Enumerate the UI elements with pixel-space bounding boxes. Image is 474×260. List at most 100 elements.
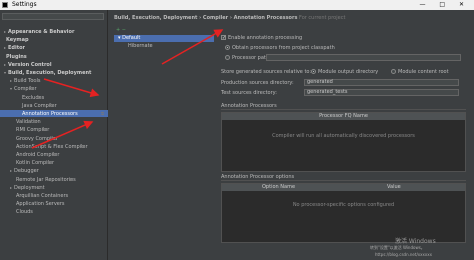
module-content-row[interactable]: Module content root	[391, 68, 449, 76]
sidebar-item-kotlin-compiler[interactable]: Kotlin Compiler ⧉	[14, 159, 54, 166]
processor-path-radio[interactable]	[225, 55, 230, 60]
project-scope-icon: ⧉	[29, 86, 33, 92]
intellij-logo-icon	[2, 2, 8, 8]
processor-options-table[interactable]: Option Name Value No processor-specific …	[221, 183, 466, 243]
sidebar-item-remote-jar-repositories[interactable]: Remote Jar Repositories ⧉	[14, 176, 76, 183]
processors-table[interactable]: Processor FQ Name Compiler will run all …	[221, 112, 466, 172]
sidebar-item-label: ActionScript & Flex Compiler	[16, 143, 88, 150]
tree-arrow-icon[interactable]: ▸	[4, 62, 6, 67]
obtain-classpath-radio[interactable]	[225, 45, 230, 50]
project-scope-icon: ⧉	[52, 152, 56, 157]
project-scope-icon: ⧉	[47, 160, 51, 166]
option-value-column[interactable]: Value	[387, 184, 401, 191]
tree-arrow-icon[interactable]: ▸	[10, 168, 12, 173]
sidebar-item-version-control[interactable]: ▸ Version Control	[4, 61, 52, 68]
test-sources-field[interactable]: generated_tests	[304, 89, 459, 96]
module-output-radio[interactable]	[311, 69, 316, 74]
processor-path-label: Processor path:	[232, 55, 271, 61]
obtain-classpath-label: Obtain processors from project classpath	[232, 45, 335, 51]
project-scope-icon: ⧉	[49, 102, 53, 108]
sidebar-item-annotation-processors[interactable]: Annotation Processors ⧉	[0, 110, 108, 117]
divider	[221, 109, 466, 110]
enable-processing-checkbox[interactable]: ✓	[221, 35, 226, 41]
sidebar-item-debugger[interactable]: ▸ Debugger	[10, 167, 39, 174]
tree-arrow-icon[interactable]: ▾	[4, 70, 6, 75]
sidebar-item-plugins[interactable]: Plugins	[4, 53, 27, 60]
profile-add-remove-buttons[interactable]: + −	[116, 27, 126, 33]
option-name-column[interactable]: Option Name	[262, 184, 295, 191]
tree-arrow-icon[interactable]: ▸	[4, 29, 6, 34]
module-content-label: Module content root	[398, 69, 449, 75]
tree-arrow-icon[interactable]: ▾	[10, 86, 12, 91]
main-panel: Build, Execution, Deployment › Compiler …	[108, 10, 474, 260]
window-title: Settings	[12, 1, 37, 8]
production-sources-field[interactable]: generated	[304, 79, 459, 86]
enable-processing-row[interactable]: ✓ Enable annotation processing	[221, 34, 302, 42]
module-output-label: Module output directory	[318, 69, 379, 75]
window-controls[interactable]: — □ ✕	[419, 1, 470, 8]
sidebar-item-arquillian-containers[interactable]: Arquillian Containers	[14, 192, 68, 199]
project-scope-icon: ⧉	[42, 127, 46, 133]
processors-table-header[interactable]: Processor FQ Name	[222, 113, 465, 120]
sidebar-item-label: Application Servers	[16, 201, 65, 208]
tree-arrow-icon[interactable]: ▸	[10, 185, 12, 190]
profiles-toolbar[interactable]: + −	[114, 26, 214, 34]
module-content-radio[interactable]	[391, 69, 396, 74]
profile-hibernate[interactable]: Hibernate	[128, 43, 153, 50]
settings-sidebar: ▸ Appearance & Behavior Keymap ▸ Editor Plugi…	[0, 10, 108, 260]
sidebar-item-build-tools[interactable]: ▸ Build Tools ⧉	[10, 77, 40, 84]
project-scope-icon: ⧉	[68, 176, 72, 182]
profiles-panel: + − ▾ Default Hibernate	[114, 26, 214, 236]
sidebar-item-validation[interactable]: Validation ⧉	[14, 118, 41, 125]
sidebar-item-label: Validation	[16, 119, 41, 126]
processor-path-row[interactable]: Processor path:	[225, 54, 271, 62]
sidebar-item-build-execution-deployment[interactable]: ▾ Build, Execution, Deployment	[4, 69, 91, 76]
breadcrumb-path: Build, Execution, Deployment › Compiler …	[114, 15, 298, 21]
module-output-row[interactable]: Module output directory	[311, 68, 378, 76]
title-bar: Settings — □ ✕	[0, 0, 474, 10]
sidebar-item-label: Compiler	[14, 86, 37, 93]
processor-path-field[interactable]	[266, 54, 461, 61]
breadcrumb: Build, Execution, Deployment › Compiler …	[114, 15, 345, 21]
blog-watermark: https://blog.csdn.net/xxxxxx	[375, 252, 432, 257]
profile-default[interactable]: ▾ Default	[114, 35, 214, 42]
settings-search-input[interactable]	[2, 13, 104, 20]
project-scope-icon: ⧉	[80, 143, 84, 149]
project-scope-icon: ⧉	[101, 111, 104, 116]
options-empty-text: No processor-specific options configured	[292, 202, 395, 208]
processors-empty-text: Compiler will run all automatically disc…	[272, 133, 415, 139]
sidebar-item-keymap[interactable]: Keymap	[4, 36, 29, 43]
sidebar-item-excludes[interactable]: Excludes ⧉	[20, 94, 44, 101]
sidebar-item-actionscript-flex-compiler[interactable]: ActionScript & Flex Compiler ⧉	[14, 143, 88, 150]
sidebar-item-compiler[interactable]: ▾ Compiler ⧉	[10, 85, 37, 92]
breadcrumb-scope: For current project	[299, 15, 346, 21]
sidebar-item-java-compiler[interactable]: Java Compiler ⧉	[20, 102, 57, 109]
sidebar-item-application-servers[interactable]: Application Servers	[14, 200, 65, 207]
tree-arrow-icon[interactable]: ▸	[4, 45, 6, 50]
sidebar-item-label: Appearance & Behavior	[8, 29, 75, 35]
obtain-classpath-row[interactable]: Obtain processors from project classpath	[225, 44, 335, 52]
project-scope-icon: ⧉	[37, 184, 41, 190]
test-sources-label: Test sources directory:	[221, 90, 277, 96]
tree-arrow-icon[interactable]: ▸	[10, 78, 12, 83]
sidebar-item-clouds[interactable]: Clouds	[14, 208, 33, 215]
sidebar-item-deployment[interactable]: ▸ Deployment ⧉	[10, 184, 45, 191]
activate-windows-subtext: 转到"设置"以激活 Windows。	[370, 245, 425, 250]
sidebar-item-label: Excludes	[22, 94, 45, 101]
sidebar-item-label: Build, Execution, Deployment	[8, 70, 92, 76]
sidebar-item-editor[interactable]: ▸ Editor	[4, 44, 25, 51]
sidebar-item-label: Annotation Processors	[22, 111, 78, 117]
sidebar-item-label: Debugger	[14, 168, 39, 175]
sidebar-item-label: Plugins	[6, 53, 27, 60]
sidebar-item-rmi-compiler[interactable]: RMI Compiler ⧉	[14, 126, 49, 133]
sidebar-item-label: Editor	[8, 45, 26, 52]
sidebar-item-label: Remote Jar Repositories	[16, 176, 76, 183]
options-table-header[interactable]: Option Name Value	[222, 184, 465, 191]
project-scope-icon: ⧉	[33, 78, 37, 84]
sidebar-item-android-compiler[interactable]: Android Compiler ⧉	[14, 151, 59, 158]
sidebar-item-label: Build Tools	[14, 78, 41, 85]
production-sources-label: Production sources directory:	[221, 80, 294, 86]
project-scope-icon: ⧉	[51, 135, 54, 141]
sidebar-item-appearance[interactable]: ▸ Appearance & Behavior	[4, 28, 74, 35]
sidebar-item-groovy-compiler[interactable]: Groovy Compiler ⧉	[14, 135, 58, 142]
